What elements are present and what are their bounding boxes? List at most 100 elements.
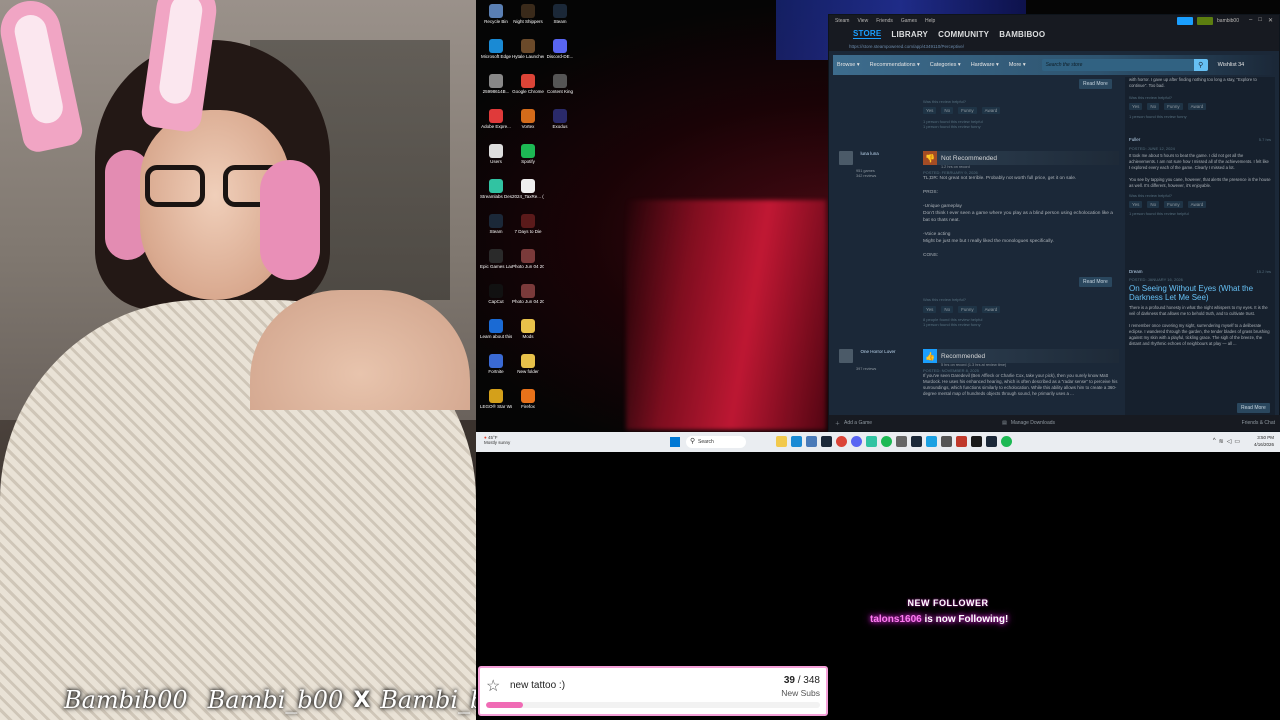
desktop-icon-item[interactable]: Photo Jun 04 2022, 3 45 ...: [512, 284, 544, 317]
desktop-icon-item[interactable]: Hytale Launcher: [512, 39, 544, 72]
broadcast-button[interactable]: [1177, 17, 1194, 25]
menu-steam[interactable]: Steam: [835, 18, 849, 24]
notifications-button[interactable]: [1197, 17, 1214, 25]
desktop-icon-item[interactable]: Vortex: [512, 109, 544, 142]
menu-view[interactable]: View: [857, 18, 868, 24]
steam-icon[interactable]: [911, 436, 922, 447]
store-nav-more[interactable]: More ▾: [1009, 62, 1026, 68]
menu-help[interactable]: Help: [925, 18, 935, 24]
menu-friends[interactable]: Friends: [876, 18, 893, 24]
vote-award[interactable]: Award: [1187, 201, 1207, 208]
search-icon[interactable]: ⚲: [1193, 59, 1208, 71]
spotify-icon[interactable]: [881, 436, 892, 447]
volume-icon[interactable]: ◁: [1227, 438, 1232, 445]
desktop-icon-item[interactable]: Mods: [512, 319, 544, 352]
desktop-icon-item[interactable]: Photo Jun 04 2022, 3 45 ...: [512, 249, 544, 282]
vote-yes[interactable]: Yes: [1129, 201, 1143, 208]
tab-profile[interactable]: BAMBIBOO: [999, 30, 1045, 39]
vote-no[interactable]: No: [941, 306, 954, 313]
edge-icon[interactable]: [791, 436, 802, 447]
chevron-up-icon[interactable]: ^: [1213, 438, 1216, 445]
spotify-icon[interactable]: [1001, 436, 1012, 447]
chrome-icon[interactable]: [836, 436, 847, 447]
vote-funny[interactable]: Funny: [1164, 201, 1183, 208]
taskbar-search[interactable]: ⚲ Search: [686, 436, 746, 448]
desktop-icon-item[interactable]: Epic Games Launcher: [480, 249, 512, 282]
camera-icon[interactable]: [941, 436, 952, 447]
desktop-icon-item[interactable]: CapCut: [480, 284, 512, 317]
streamlabs-icon[interactable]: [866, 436, 877, 447]
menu-games[interactable]: Games: [901, 18, 917, 24]
desktop-icon-item[interactable]: 25998614B...: [480, 74, 512, 107]
app-icon[interactable]: [971, 436, 982, 447]
battery-icon[interactable]: ▭: [1234, 438, 1240, 445]
steam-icon[interactable]: [821, 436, 832, 447]
store-nav-categories[interactable]: Categories ▾: [930, 62, 961, 68]
desktop-icon-item[interactable]: 7 Days to Die: [512, 214, 544, 247]
desktop-icon-item[interactable]: Streamlabs Desktop: [480, 179, 512, 212]
desktop-icon-item[interactable]: Users: [480, 144, 512, 177]
store-nav-hardware[interactable]: Hardware ▾: [971, 62, 999, 68]
vote-award[interactable]: Award: [981, 107, 1001, 114]
vote-award[interactable]: Award: [981, 306, 1001, 313]
account-name[interactable]: bambib00: [1217, 18, 1239, 24]
desktop-icon-item[interactable]: Night Shippers: [512, 4, 544, 37]
desktop-icon-item[interactable]: Steam: [480, 214, 512, 247]
weather-widget[interactable]: ● 45°F Mostly sunny: [484, 435, 510, 445]
desktop-icon-item[interactable]: Microsoft Edge: [480, 39, 512, 72]
store-search-input[interactable]: Search the store ⚲: [1041, 59, 1208, 71]
app-icon[interactable]: [926, 436, 937, 447]
vote-yes[interactable]: Yes: [1129, 103, 1143, 110]
read-more-button-top[interactable]: Read More: [1079, 79, 1112, 89]
wishlist-link[interactable]: Wishlist 34: [1218, 62, 1245, 68]
reviewer-name[interactable]: Dream: [1129, 269, 1143, 274]
vote-yes[interactable]: Yes: [923, 306, 937, 313]
file-explorer-icon[interactable]: [776, 436, 787, 447]
friends-chat-button[interactable]: Friends & Chat: [1242, 420, 1275, 426]
vote-funny[interactable]: Funny: [958, 306, 977, 313]
vote-funny[interactable]: Funny: [958, 107, 977, 114]
desktop-icon-item[interactable]: Discord-DE...: [544, 39, 576, 72]
vote-award[interactable]: Award: [1187, 103, 1207, 110]
steam-window[interactable]: Steam View Friends Games Help bambib00 –…: [828, 14, 1280, 432]
read-more-button[interactable]: Read More: [1079, 277, 1112, 287]
store-nav-browse[interactable]: Browse ▾: [837, 62, 860, 68]
add-game-button[interactable]: Add a Game: [844, 420, 872, 426]
minimize-icon[interactable]: –: [1249, 17, 1252, 24]
vote-no[interactable]: No: [1147, 201, 1160, 208]
manage-downloads-button[interactable]: Manage Downloads: [1011, 420, 1055, 426]
windows-start-icon[interactable]: [670, 437, 680, 447]
steam-icon[interactable]: [986, 436, 997, 447]
desktop-icon-item[interactable]: LEGO® Star Wars™: Th...: [480, 389, 512, 422]
tab-store[interactable]: STORE: [853, 29, 882, 39]
close-icon[interactable]: ✕: [1268, 17, 1273, 24]
wifi-icon[interactable]: ≋: [1219, 438, 1224, 445]
desktop-icon-item[interactable]: New folder: [512, 354, 544, 387]
url-bar[interactable]: https://store.steampowered.com/app/43491…: [829, 41, 1279, 51]
desktop-icon-item[interactable]: Content King: [544, 74, 576, 107]
desktop-icon-item[interactable]: Recycle Bin: [480, 4, 512, 37]
desktop-icon-item[interactable]: Spotify: [512, 144, 544, 177]
desktop-icon-item[interactable]: Firefox: [512, 389, 544, 422]
desktop-icon-item[interactable]: Adobe Expre...: [480, 109, 512, 142]
desktop-icon-item[interactable]: Google Chrome: [512, 74, 544, 107]
desktop-icon-item[interactable]: Exodus: [544, 109, 576, 142]
vote-no[interactable]: No: [1147, 103, 1160, 110]
store-icon[interactable]: [806, 436, 817, 447]
maximize-icon[interactable]: □: [1258, 17, 1262, 24]
reviewer-name[interactable]: Fuller: [1129, 137, 1140, 142]
tab-library[interactable]: LIBRARY: [891, 30, 928, 39]
vote-funny[interactable]: Funny: [1164, 103, 1183, 110]
desktop-icon-item[interactable]: Fortnite: [480, 354, 512, 387]
desktop-icon-item[interactable]: Steam: [544, 4, 576, 37]
app-icon[interactable]: [896, 436, 907, 447]
avatar[interactable]: [839, 349, 853, 363]
app-icon[interactable]: [956, 436, 967, 447]
store-nav-recommendations[interactable]: Recommendations ▾: [870, 62, 920, 68]
clock[interactable]: 3:50 PM 4/16/2026: [1254, 434, 1274, 448]
desktop-icon-item[interactable]: Learn about this picture: [480, 319, 512, 352]
read-more-button-side[interactable]: Read More: [1237, 403, 1270, 413]
avatar[interactable]: [839, 151, 853, 165]
desktop-icon-item[interactable]: 2024_TaxRe... (1): [512, 179, 544, 212]
tab-community[interactable]: COMMUNITY: [938, 30, 989, 39]
